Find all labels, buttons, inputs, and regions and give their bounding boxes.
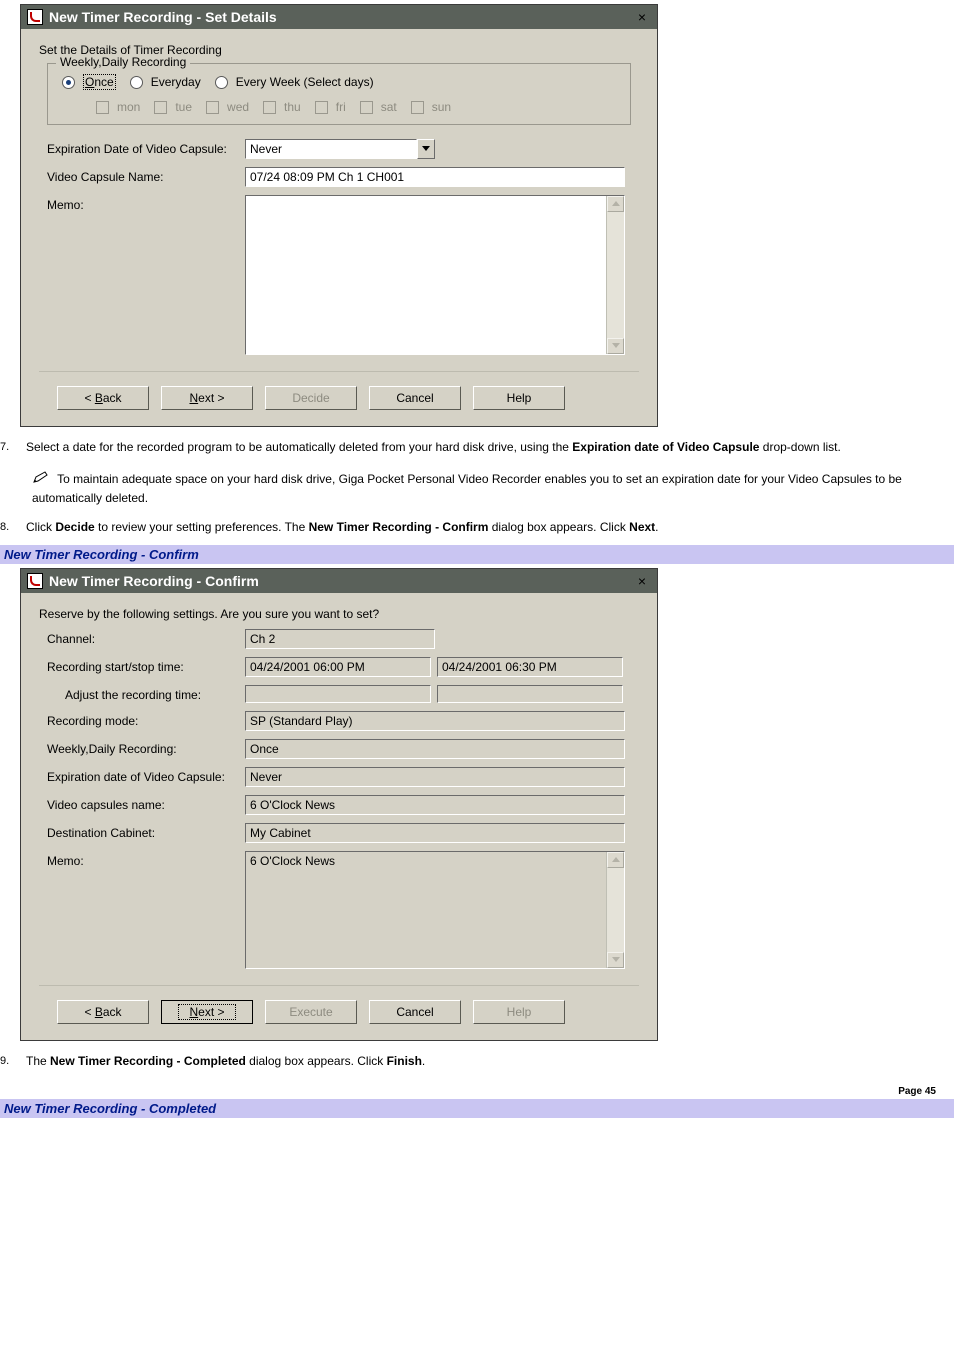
expiration-value: Never — [245, 767, 625, 787]
next-button[interactable]: Next > — [161, 1000, 253, 1024]
channel-value: Ch 2 — [245, 629, 435, 649]
radio-once[interactable] — [62, 76, 75, 89]
scroll-up-icon — [607, 196, 624, 212]
label-weekly: Weekly,Daily Recording: — [47, 739, 239, 756]
radio-everyweek[interactable] — [215, 76, 228, 89]
memo-scrollbar — [606, 852, 624, 968]
execute-button: Execute — [265, 1000, 357, 1024]
pencil-icon — [32, 470, 50, 489]
scroll-down-icon — [607, 952, 624, 968]
lbl-mon: mon — [117, 100, 140, 114]
dialog-titlebar[interactable]: New Timer Recording - Confirm × — [21, 569, 657, 593]
label-startstop: Recording start/stop time: — [47, 657, 239, 674]
expiration-select[interactable]: Never — [245, 139, 435, 159]
app-icon — [27, 573, 43, 589]
scroll-up-icon — [607, 852, 624, 868]
memo-value[interactable] — [246, 196, 606, 354]
dialog-confirm: New Timer Recording - Confirm × Reserve … — [20, 568, 658, 1041]
memo-value: 6 O'Clock News — [246, 852, 606, 968]
chevron-down-icon[interactable] — [417, 139, 435, 159]
label-adjust: Adjust the recording time: — [47, 685, 239, 702]
page-number: Page 45 — [0, 1078, 954, 1099]
label-expiration: Expiration date of Video Capsule: — [47, 767, 239, 784]
step-number: 8. — [0, 519, 26, 536]
lbl-sun: sun — [432, 100, 451, 114]
dialog-titlebar[interactable]: New Timer Recording - Set Details × — [21, 5, 657, 29]
figure-caption-completed: New Timer Recording - Completed — [0, 1099, 954, 1118]
note-text: To maintain adequate space on your hard … — [32, 470, 920, 507]
radio-everyday-label[interactable]: Everyday — [151, 75, 201, 89]
chk-tue — [154, 101, 167, 114]
label-memo: Memo: — [47, 851, 239, 868]
dialog-heading: Reserve by the following settings. Are y… — [39, 607, 639, 621]
cancel-button[interactable]: Cancel — [369, 1000, 461, 1024]
memo-scrollbar[interactable] — [606, 196, 624, 354]
radio-once-label[interactable]: Once — [83, 74, 116, 90]
label-capsule-name: Video Capsule Name: — [47, 167, 239, 184]
back-button[interactable]: < Back — [57, 386, 149, 410]
cancel-button[interactable]: Cancel — [369, 386, 461, 410]
chk-thu — [263, 101, 276, 114]
weekly-value: Once — [245, 739, 625, 759]
decide-button: Decide — [265, 386, 357, 410]
dialog-set-details: New Timer Recording - Set Details × Set … — [20, 4, 658, 427]
capsules-value: 6 O'Clock News — [245, 795, 625, 815]
step-number: 7. — [0, 439, 26, 456]
close-icon[interactable]: × — [633, 572, 651, 590]
close-icon[interactable]: × — [633, 8, 651, 26]
adjust-stop-value — [437, 685, 623, 703]
expiration-value: Never — [245, 139, 417, 159]
step8-text: Click Decide to review your setting pref… — [26, 519, 920, 536]
label-capsules: Video capsules name: — [47, 795, 239, 812]
lbl-thu: thu — [284, 100, 301, 114]
help-button[interactable]: Help — [473, 386, 565, 410]
groupbox-legend: Weekly,Daily Recording — [56, 55, 190, 69]
stop-time-value: 04/24/2001 06:30 PM — [437, 657, 623, 677]
adjust-start-value — [245, 685, 431, 703]
help-button: Help — [473, 1000, 565, 1024]
figure-caption-confirm: New Timer Recording - Confirm — [0, 545, 954, 564]
cabinet-value: My Cabinet — [245, 823, 625, 843]
lbl-sat: sat — [381, 100, 397, 114]
lbl-fri: fri — [336, 100, 346, 114]
back-button[interactable]: < Back — [57, 1000, 149, 1024]
radio-everyweek-label[interactable]: Every Week (Select days) — [236, 75, 374, 89]
dialog-title: New Timer Recording - Set Details — [49, 9, 277, 25]
lbl-wed: wed — [227, 100, 249, 114]
lbl-tue: tue — [175, 100, 192, 114]
memo-readonly: 6 O'Clock News — [245, 851, 625, 969]
label-mode: Recording mode: — [47, 711, 239, 728]
label-cabinet: Destination Cabinet: — [47, 823, 239, 840]
next-button[interactable]: Next > — [161, 386, 253, 410]
step9-text: The New Timer Recording - Completed dial… — [26, 1053, 920, 1070]
memo-textarea[interactable] — [245, 195, 625, 355]
radio-everyday[interactable] — [130, 76, 143, 89]
step-number: 9. — [0, 1053, 26, 1070]
label-expiration: Expiration Date of Video Capsule: — [47, 139, 239, 156]
weekly-daily-groupbox: Weekly,Daily Recording Once Everyday Eve… — [47, 63, 631, 125]
app-icon — [27, 9, 43, 25]
label-channel: Channel: — [47, 629, 239, 646]
chk-fri — [315, 101, 328, 114]
mode-value: SP (Standard Play) — [245, 711, 625, 731]
chk-sat — [360, 101, 373, 114]
chk-sun — [411, 101, 424, 114]
chk-mon — [96, 101, 109, 114]
label-memo: Memo: — [47, 195, 239, 212]
capsule-name-input[interactable]: 07/24 08:09 PM Ch 1 CH001 — [245, 167, 625, 187]
start-time-value: 04/24/2001 06:00 PM — [245, 657, 431, 677]
step7-text: Select a date for the recorded program t… — [26, 439, 920, 456]
scroll-down-icon — [607, 338, 624, 354]
chk-wed — [206, 101, 219, 114]
dialog-title: New Timer Recording - Confirm — [49, 573, 259, 589]
